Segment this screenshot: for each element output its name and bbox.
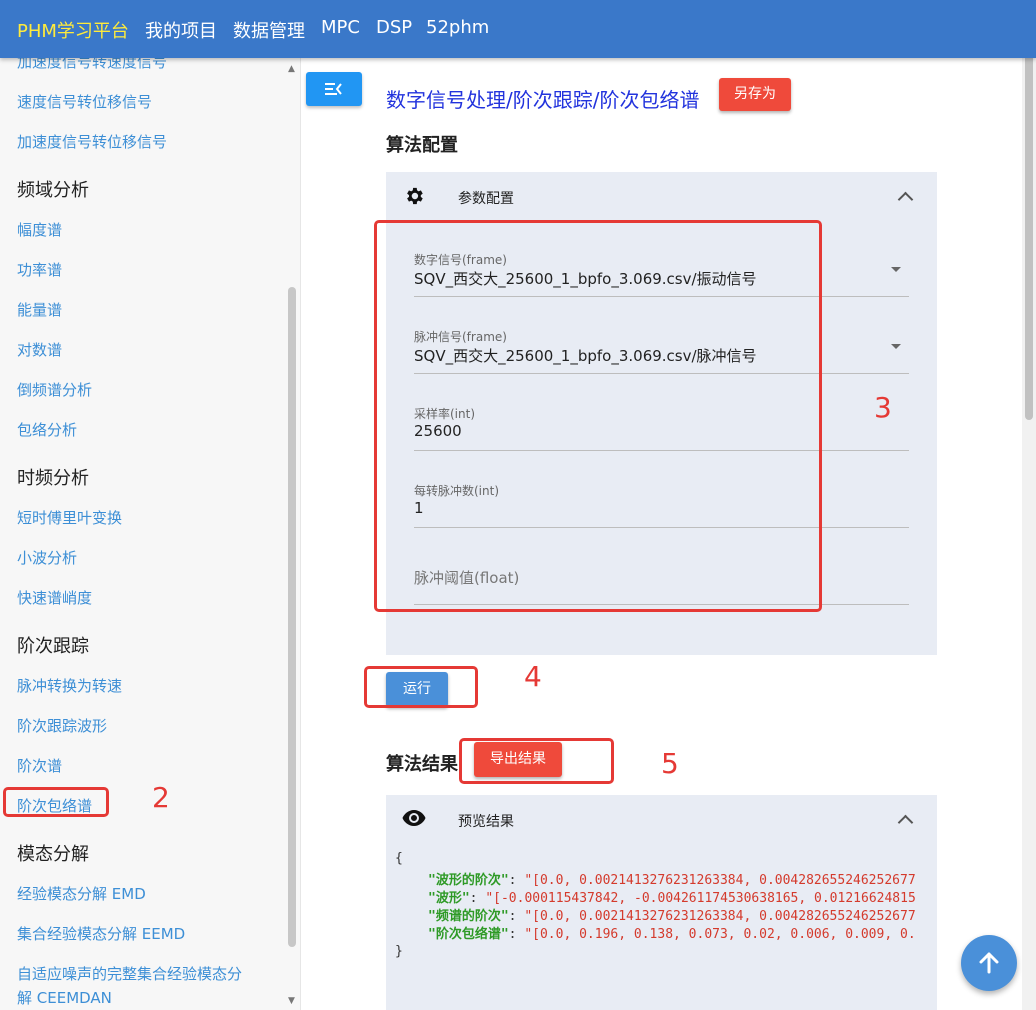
sidebar-item-emd[interactable]: 经验模态分解 EMD — [17, 883, 146, 904]
annotation-box-run — [364, 666, 478, 708]
sidebar-item-ceemdan-cont[interactable]: 解 CEEMDAN — [17, 987, 112, 1008]
nav-my-projects[interactable]: 我的项目 — [145, 17, 217, 43]
annotation-number-4: 4 — [524, 660, 542, 693]
menu-collapse-icon — [325, 83, 342, 95]
sidebar-group-modal: 模态分解 — [17, 844, 89, 865]
json-preview: { "波形的阶次": "[0.0, 0.0021413276231263384,… — [386, 845, 937, 975]
sidebar-item-pulse-to-speed[interactable]: 脉冲转换为转速 — [17, 675, 122, 696]
sidebar-item-wavelet[interactable]: 小波分析 — [17, 547, 77, 568]
annotation-box-order-envelope — [3, 787, 109, 817]
sidebar-group-order-tracking: 阶次跟踪 — [17, 636, 89, 657]
json-open-brace: { — [395, 851, 403, 866]
save-as-button[interactable]: 另存为 — [719, 78, 791, 111]
param-config-label[interactable]: 参数配置 — [458, 188, 514, 208]
chevron-down-icon[interactable] — [891, 344, 901, 349]
sidebar-item-acc-to-disp[interactable]: 加速度信号转位移信号 — [17, 131, 167, 152]
preview-results-label[interactable]: 预览结果 — [458, 811, 514, 831]
sidebar-item-acc-to-vel[interactable]: 加速度信号转速度信号 — [17, 58, 167, 72]
sidebar-item-stft[interactable]: 短时傅里叶变换 — [17, 507, 122, 528]
sidebar-item-energy[interactable]: 能量谱 — [17, 299, 62, 320]
eye-icon — [402, 810, 426, 826]
nav-52phm[interactable]: 52phm — [426, 17, 489, 38]
sidebar: 加速度信号转速度信号 速度信号转位移信号 加速度信号转位移信号 频域分析 幅度谱… — [0, 58, 301, 1010]
annotation-number-5: 5 — [661, 747, 679, 780]
json-close-brace: } — [395, 944, 403, 959]
scroll-down-arrow-icon[interactable]: ▼ — [288, 996, 295, 1006]
json-line: "波形": "[-0.000115437842, -0.004261174530… — [428, 891, 916, 906]
sidebar-item-cepstrum[interactable]: 倒频谱分析 — [17, 379, 92, 400]
top-navbar: PHM学习平台 我的项目 数据管理 MPC DSP 52phm — [0, 0, 1036, 58]
sidebar-item-eemd[interactable]: 集合经验模态分解 EEMD — [17, 923, 185, 944]
sidebar-item-vel-to-disp[interactable]: 速度信号转位移信号 — [17, 91, 152, 112]
annotation-box-export — [459, 738, 614, 784]
sidebar-item-log[interactable]: 对数谱 — [17, 339, 62, 360]
nav-mpc[interactable]: MPC — [321, 17, 360, 38]
sidebar-item-kurtogram[interactable]: 快速谱峭度 — [17, 587, 92, 608]
annotation-number-2: 2 — [152, 781, 170, 814]
brand-link[interactable]: PHM学习平台 — [17, 17, 129, 43]
sidebar-scroll-thumb[interactable] — [288, 287, 296, 947]
sidebar-item-power[interactable]: 功率谱 — [17, 259, 62, 280]
sidebar-item-order-spectrum[interactable]: 阶次谱 — [17, 755, 62, 776]
page-scroll-thumb[interactable] — [1025, 20, 1033, 420]
annotation-number-3: 3 — [874, 391, 892, 424]
result-section-title: 算法结果 — [386, 754, 458, 775]
arrow-up-icon — [979, 952, 999, 974]
chevron-down-icon[interactable] — [891, 267, 901, 272]
json-line: "波形的阶次": "[0.0, 0.0021413276231263384, 0… — [428, 873, 916, 888]
page-title: 数字信号处理/阶次跟踪/阶次包络谱 — [386, 88, 700, 112]
sidebar-item-order-waveform[interactable]: 阶次跟踪波形 — [17, 715, 107, 736]
scroll-to-top-button[interactable] — [961, 935, 1017, 991]
sidebar-group-frequency: 频域分析 — [17, 180, 89, 201]
nav-data-management[interactable]: 数据管理 — [233, 17, 305, 43]
config-section-title: 算法配置 — [386, 135, 458, 156]
sidebar-toggle-button[interactable] — [306, 72, 362, 106]
sidebar-item-ceemdan[interactable]: 自适应噪声的完整集合经验模态分 — [17, 963, 242, 984]
json-line: "频谱的阶次": "[0.0, 0.0021413276231263384, 0… — [428, 909, 916, 924]
sidebar-item-envelope[interactable]: 包络分析 — [17, 419, 77, 440]
nav-dsp[interactable]: DSP — [376, 17, 412, 38]
scroll-up-arrow-icon[interactable]: ▲ — [288, 64, 295, 74]
sidebar-group-time-frequency: 时频分析 — [17, 468, 89, 489]
json-line: "阶次包络谱": "[0.0, 0.196, 0.138, 0.073, 0.0… — [428, 927, 916, 942]
sidebar-item-amplitude[interactable]: 幅度谱 — [17, 219, 62, 240]
gear-icon — [407, 187, 423, 205]
annotation-box-params — [374, 220, 822, 612]
